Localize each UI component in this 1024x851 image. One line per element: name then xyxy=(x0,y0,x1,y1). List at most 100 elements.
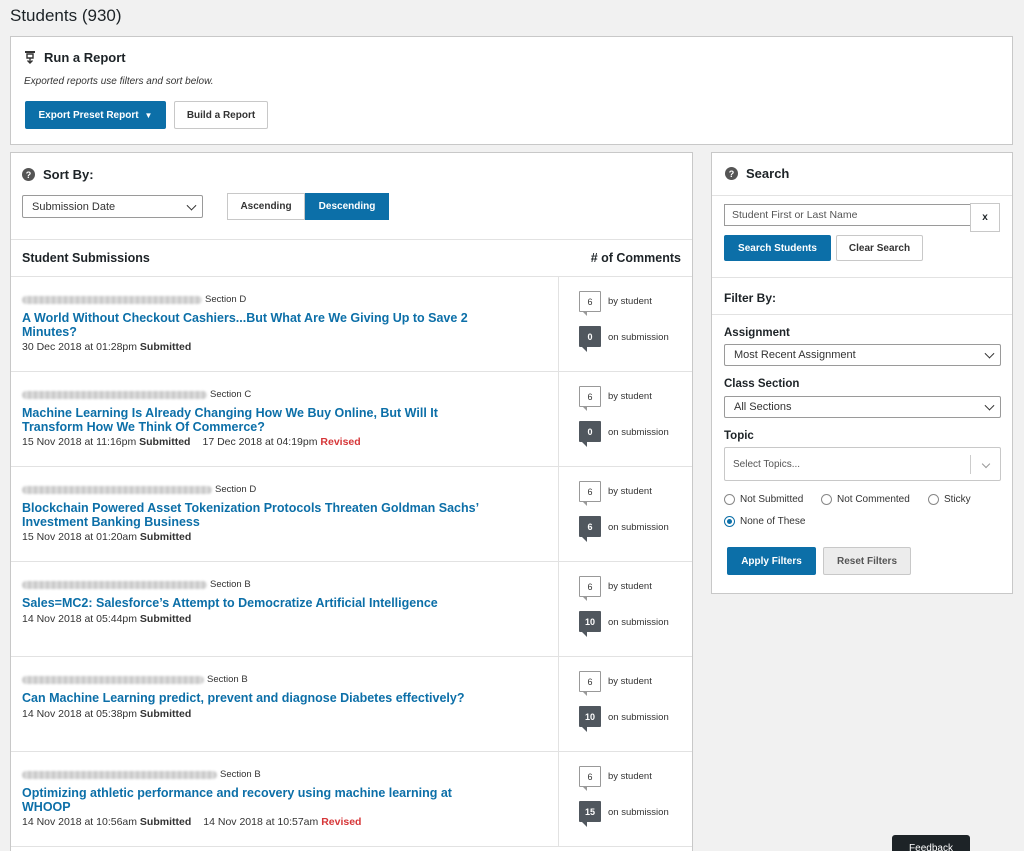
list-header-submissions: Student Submissions xyxy=(22,251,150,265)
student-comment-count-bubble[interactable]: 6 xyxy=(579,386,601,411)
sort-select[interactable]: Submission Date xyxy=(22,195,203,218)
blurred-student-name xyxy=(22,770,217,779)
submission-comment-count-bubble[interactable]: 0 xyxy=(579,421,601,447)
descending-button[interactable]: Descending xyxy=(305,193,389,220)
submitted-status: Submitted xyxy=(139,341,192,353)
submission-comment-count-bubble[interactable]: 10 xyxy=(579,611,601,637)
list-header: Student Submissions # of Comments xyxy=(11,239,692,277)
submitted-date: 30 Dec 2018 at 01:28pm xyxy=(22,341,137,353)
radio-label: None of These xyxy=(740,516,806,527)
radio-sticky[interactable]: Sticky xyxy=(928,494,971,505)
submission-row: Section B Sales=MC2: Salesforce’s Attempt… xyxy=(11,562,692,657)
radio-circle[interactable] xyxy=(928,494,939,505)
radio-label: Not Commented xyxy=(837,494,910,505)
sort-select-value: Submission Date xyxy=(32,200,116,213)
ascending-button[interactable]: Ascending xyxy=(227,193,305,220)
submission-comment-count-bubble[interactable]: 6 xyxy=(579,516,601,542)
section-label: Section B xyxy=(210,579,251,590)
student-name-search-input[interactable]: Student First or Last Name xyxy=(724,204,971,226)
help-icon[interactable]: ? xyxy=(22,168,35,181)
student-comment-count-bubble[interactable]: 6 xyxy=(579,671,601,696)
submitted-status: Submitted xyxy=(139,613,192,625)
blurred-student-name xyxy=(22,295,202,304)
radio-label: Not Submitted xyxy=(740,494,804,505)
submission-title-link[interactable]: Can Machine Learning predict, prevent an… xyxy=(22,691,502,705)
student-name: Section B xyxy=(22,579,251,590)
submissions-panel: ? Sort By: Submission Date Ascending Des… xyxy=(10,152,693,851)
search-heading-text: Search xyxy=(746,166,790,181)
student-comment-count-bubble[interactable]: 6 xyxy=(579,766,601,791)
report-note: Exported reports use filters and sort be… xyxy=(24,76,214,87)
chevron-down-icon xyxy=(984,400,995,411)
submitted-date: 14 Nov 2018 at 05:38pm xyxy=(22,708,137,720)
apply-filters-button[interactable]: Apply Filters xyxy=(727,547,816,575)
submission-title-link[interactable]: A World Without Checkout Cashiers...But … xyxy=(22,311,502,339)
submission-title-link[interactable]: Blockchain Powered Asset Tokenization Pr… xyxy=(22,501,502,529)
student-name: Section B xyxy=(22,769,261,780)
student-name: Section D xyxy=(22,484,256,495)
submission-meta: 15 Nov 2018 at 11:16pm Submitted 17 Dec 2… xyxy=(22,436,361,448)
radio-circle[interactable] xyxy=(724,494,735,505)
assignment-select[interactable]: Most Recent Assignment xyxy=(724,344,1001,366)
export-preset-report-button[interactable]: Export Preset Report ▼ xyxy=(25,101,166,129)
by-student-label: by student xyxy=(608,581,652,592)
submission-meta: 14 Nov 2018 at 05:38pm Submitted xyxy=(22,708,191,720)
report-heading-text: Run a Report xyxy=(44,50,126,65)
submitted-status: Submitted xyxy=(139,436,191,448)
revised-date: 17 Dec 2018 at 04:19pm xyxy=(202,436,318,448)
submission-row: Section B Optimizing athletic performance… xyxy=(11,752,692,847)
submitted-status: Submitted xyxy=(139,531,192,543)
feedback-tab[interactable]: Feedback xyxy=(892,835,970,851)
on-submission-label: on submission xyxy=(608,617,669,628)
submission-row: Section B Can Machine Learning predict, p… xyxy=(11,657,692,752)
row-divider xyxy=(558,277,559,371)
student-comment-count-bubble[interactable]: 6 xyxy=(579,291,601,316)
student-comment-count-bubble[interactable]: 6 xyxy=(579,481,601,506)
blurred-student-name xyxy=(22,485,212,494)
radio-circle-selected[interactable] xyxy=(724,516,735,527)
submission-meta: 15 Nov 2018 at 01:20am Submitted xyxy=(22,531,191,543)
revised-status: Revised xyxy=(320,436,361,448)
search-heading: ? Search xyxy=(725,166,789,181)
reset-filters-button[interactable]: Reset Filters xyxy=(823,547,911,575)
radio-circle[interactable] xyxy=(821,494,832,505)
revised-status: Revised xyxy=(321,816,362,828)
submission-title-link[interactable]: Machine Learning Is Already Changing How… xyxy=(22,406,502,434)
assignment-select-value: Most Recent Assignment xyxy=(734,349,856,361)
submitted-date: 14 Nov 2018 at 05:44pm xyxy=(22,613,137,625)
on-submission-label: on submission xyxy=(608,807,669,818)
revised-date: 14 Nov 2018 at 10:57am xyxy=(203,816,319,828)
submission-row: Section D Blockchain Powered Asset Tokeni… xyxy=(11,467,692,562)
submission-comment-count-bubble[interactable]: 10 xyxy=(579,706,601,732)
class-section-label: Class Section xyxy=(724,378,800,390)
submission-title-link[interactable]: Optimizing athletic performance and reco… xyxy=(22,786,502,814)
search-students-button[interactable]: Search Students xyxy=(724,235,831,261)
row-divider xyxy=(558,372,559,466)
build-report-button[interactable]: Build a Report xyxy=(174,101,268,129)
help-icon[interactable]: ? xyxy=(725,167,738,180)
by-student-label: by student xyxy=(608,296,652,307)
submission-title-link[interactable]: Sales=MC2: Salesforce’s Attempt to Democ… xyxy=(22,596,502,610)
clear-input-button[interactable]: x xyxy=(970,203,1000,232)
submitted-date: 15 Nov 2018 at 01:20am xyxy=(22,531,137,543)
radio-not-submitted[interactable]: Not Submitted xyxy=(724,494,803,505)
topic-label: Topic xyxy=(724,430,754,442)
submission-comment-count-bubble[interactable]: 15 xyxy=(579,801,601,827)
blurred-student-name xyxy=(22,390,207,399)
radio-none-of-these[interactable]: None of These xyxy=(724,516,805,527)
chevron-down-icon xyxy=(984,348,995,359)
by-student-label: by student xyxy=(608,486,652,497)
radio-not-commented[interactable]: Not Commented xyxy=(821,494,910,505)
on-submission-label: on submission xyxy=(608,332,669,343)
submission-meta: 14 Nov 2018 at 10:56am Submitted 14 Nov 2… xyxy=(22,816,361,828)
list-header-comments: # of Comments xyxy=(590,251,681,265)
submission-comment-count-bubble[interactable]: 0 xyxy=(579,326,601,352)
topic-select[interactable]: Select Topics... xyxy=(724,447,1001,481)
student-comment-count-bubble[interactable]: 6 xyxy=(579,576,601,601)
by-student-label: by student xyxy=(608,676,652,687)
section-label: Section B xyxy=(207,674,248,685)
class-section-select[interactable]: All Sections xyxy=(724,396,1001,418)
by-student-label: by student xyxy=(608,771,652,782)
clear-search-button[interactable]: Clear Search xyxy=(836,235,923,261)
chevron-down-icon xyxy=(186,200,197,211)
